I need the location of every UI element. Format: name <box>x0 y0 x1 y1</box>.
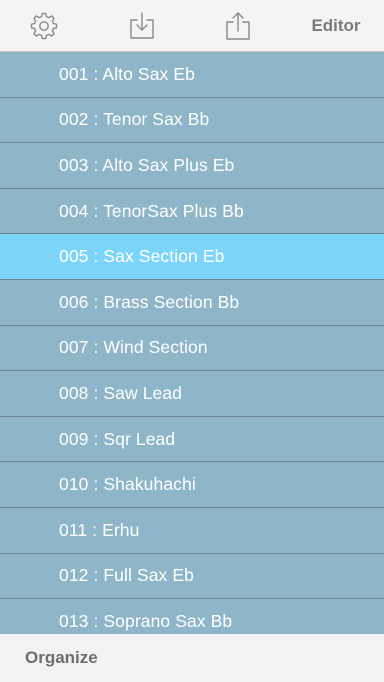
list-item[interactable]: 003 : Alto Sax Plus Eb <box>0 143 384 189</box>
editor-button-label: Editor <box>311 16 361 35</box>
list-item-label: 010 : Shakuhachi <box>59 474 196 495</box>
list-item[interactable]: 013 : Soprano Sax Bb <box>0 599 384 634</box>
list-item-label: 004 : TenorSax Plus Bb <box>59 200 244 221</box>
share-icon <box>223 11 253 41</box>
gear-icon <box>29 11 59 41</box>
list-item[interactable]: 011 : Erhu <box>0 507 384 554</box>
list-item[interactable]: 006 : Brass Section Bb <box>0 279 384 326</box>
list-item-label: 002 : Tenor Sax Bb <box>59 109 210 130</box>
list-item[interactable]: 004 : TenorSax Plus Bb <box>0 188 384 235</box>
list-item-label: 011 : Erhu <box>59 519 140 540</box>
app-window: Editor 001 : Alto Sax Eb 002 : Tenor Sax … <box>0 0 384 682</box>
organize-button[interactable]: Organize <box>25 648 98 668</box>
list-item-label: 003 : Alto Sax Plus Eb <box>59 154 235 175</box>
voice-list[interactable]: 001 : Alto Sax Eb 002 : Tenor Sax Bb 003 :… <box>0 52 384 634</box>
list-item[interactable]: 012 : Full Sax Eb <box>0 553 384 600</box>
top-toolbar: Editor <box>0 0 384 52</box>
list-item[interactable]: 008 : Saw Lead <box>0 371 384 417</box>
list-item-label: 007 : Wind Section <box>59 337 208 358</box>
settings-button[interactable] <box>24 0 64 52</box>
download-tray-icon <box>127 11 157 41</box>
list-item-label: 005 : Sax Section Eb <box>59 246 225 267</box>
list-item[interactable]: 009 : Sqr Lead <box>0 416 384 463</box>
list-item[interactable]: 007 : Wind Section <box>0 325 384 372</box>
list-item-label: 012 : Full Sax Eb <box>59 565 194 586</box>
list-item-label: 001 : Alto Sax Eb <box>59 63 195 84</box>
list-item-label: 009 : Sqr Lead <box>59 428 176 449</box>
list-item[interactable]: 002 : Tenor Sax Bb <box>0 97 384 144</box>
list-item-label: 008 : Saw Lead <box>59 382 183 403</box>
bottom-toolbar: Organize <box>0 634 384 682</box>
list-item[interactable]: 010 : Shakuhachi <box>0 462 384 508</box>
import-button[interactable] <box>122 0 162 52</box>
list-item-selected[interactable]: 005 : Sax Section Eb <box>0 234 384 280</box>
share-button[interactable] <box>218 0 258 52</box>
list-item-label: 006 : Brass Section Bb <box>59 291 240 312</box>
list-item-label: 013 : Soprano Sax Bb <box>59 610 233 631</box>
editor-button[interactable]: Editor <box>296 0 376 52</box>
list-item[interactable]: 001 : Alto Sax Eb <box>0 52 384 98</box>
